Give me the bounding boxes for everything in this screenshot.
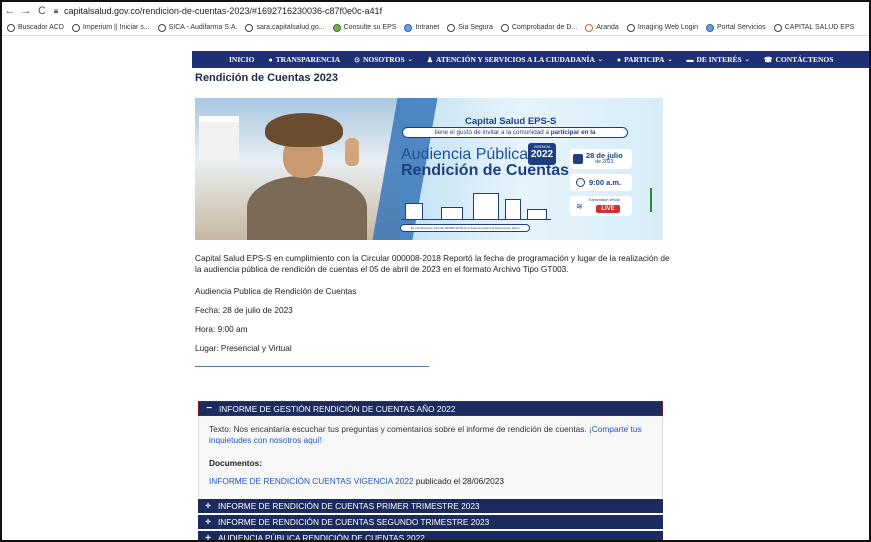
wifi-icon: ≋ xyxy=(576,202,583,211)
group-icon: ⊙ xyxy=(354,55,360,64)
expand-icon: + xyxy=(205,500,211,512)
bookmark-imaging-web[interactable]: Imaging Web Login xyxy=(626,23,698,32)
nav-atencion[interactable]: ♟ ATENCIÓN Y SERVICIOS A LA CIUDADANÍA ⌄ xyxy=(420,51,610,68)
globe-icon xyxy=(500,23,509,32)
forward-icon[interactable]: → xyxy=(18,5,34,17)
hora-line: Hora: 9:00 am xyxy=(195,324,248,334)
intro-paragraph: Capital Salud EPS-S en cumplimiento con … xyxy=(195,253,670,274)
person-icon: ♟ xyxy=(426,55,433,64)
nav-participa[interactable]: ● PARTICIPA ⌄ xyxy=(610,51,680,68)
bookmark-aranda[interactable]: Aranda xyxy=(585,23,619,32)
bookmark-capital-salud[interactable]: CAPITAL SALUD EPS xyxy=(773,23,854,32)
accordion-audiencia-2022[interactable]: + AUDIENCIA PÚBLICA RENDICIÓN DE CUENTAS… xyxy=(198,531,663,542)
bookmark-sia-segura[interactable]: Sia Segura xyxy=(447,23,493,32)
chevron-down-icon: ⌄ xyxy=(597,57,603,63)
audiencia-banner: Capital Salud EPS-S tiene el gusto de in… xyxy=(195,98,663,240)
bookmarks-bar: Buscador ACD Imperium || Iniciar s... SI… xyxy=(2,20,869,36)
intranet-icon xyxy=(404,23,413,32)
globe-icon xyxy=(447,23,456,32)
aranda-icon xyxy=(585,23,594,32)
nav-de-interes[interactable]: ▬ DE INTERÉS ⌄ xyxy=(679,51,756,68)
clock-icon xyxy=(576,178,585,187)
aud-title: Audiencia Publica de Rendición de Cuenta… xyxy=(195,286,357,296)
bookmark-comprobador[interactable]: Comprobador de D... xyxy=(500,23,577,32)
book-icon: ▬ xyxy=(686,55,694,64)
globe-icon xyxy=(626,23,635,32)
accordion-body: Texto: Nos encantaría escuchar tus pregu… xyxy=(198,416,663,496)
lugar-line: Lugar: Presencial y Virtual xyxy=(195,343,292,353)
banner-time: 9:00 a.m. xyxy=(570,174,632,191)
bookmark-portal-servicios[interactable]: Portal Servicios xyxy=(706,23,766,32)
globe-icon xyxy=(7,23,15,32)
informe-vigencia-2022-link[interactable]: INFORME DE RENDICIÓN CUENTAS VIGENCIA 20… xyxy=(209,476,414,486)
nav-transparencia[interactable]: ● TRANSPARENCIA xyxy=(261,51,347,68)
divider xyxy=(195,366,429,367)
chevron-down-icon: ⌄ xyxy=(744,57,750,63)
back-icon[interactable]: ← xyxy=(2,5,18,17)
portal-icon xyxy=(706,23,715,32)
banner-org: Capital Salud EPS-S xyxy=(465,116,557,127)
reload-icon[interactable]: C xyxy=(34,5,50,17)
plus-cross-icon xyxy=(332,23,341,32)
accordion-text: Texto: Nos encantaría escuchar tus pregu… xyxy=(209,424,642,445)
globe-icon xyxy=(71,23,80,32)
nav-nosotros[interactable]: ⊙ NOSOTROS ⌄ xyxy=(347,51,420,68)
expand-icon: + xyxy=(205,516,211,528)
bookmark-imperium[interactable]: Imperium || Iniciar s... xyxy=(71,23,150,32)
banner-live: ≋ Transmisión virtual LIVE xyxy=(570,196,632,216)
nav-inicio[interactable]: INICIO xyxy=(222,51,261,68)
banner-year-badge: VIGENCIA 2022 xyxy=(528,143,556,165)
eye-icon: ● xyxy=(268,55,273,64)
capital-salud-icon xyxy=(773,23,782,32)
accordion-primer-trimestre-2023[interactable]: + INFORME DE RENDICIÓN DE CUENTAS PRIMER… xyxy=(198,499,663,513)
accordion-informe-gestion-2022[interactable]: − INFORME DE GESTIÓN RENDICIÓN DE CUENTA… xyxy=(198,401,663,416)
collapse-icon: − xyxy=(206,403,212,414)
chevron-down-icon: ⌄ xyxy=(407,57,413,63)
bookmark-consulte-eps[interactable]: Consulte su EPS xyxy=(332,23,396,32)
browser-window: ← → C 🔒︎ capitalsalud.gov.co/rendicion-d… xyxy=(0,0,871,542)
documents-label: Documentos: xyxy=(209,458,263,468)
globe-icon xyxy=(157,23,166,32)
lock-icon[interactable]: 🔒︎ xyxy=(50,6,62,16)
nav-contactenos[interactable]: ☎ CONTÁCTENOS xyxy=(757,51,841,68)
document-entry: INFORME DE RENDICIÓN CUENTAS VIGENCIA 20… xyxy=(209,476,504,486)
bookmark-intranet[interactable]: Intranet xyxy=(404,23,439,32)
calendar-icon xyxy=(573,154,583,164)
url-field[interactable]: capitalsalud.gov.co/rendicion-de-cuentas… xyxy=(64,6,382,16)
main-nav: INICIO ● TRANSPARENCIA ⊙ NOSOTROS ⌄ ♟ ATENCI… xyxy=(192,51,869,68)
banner-date: 28 de julio de 2023 xyxy=(570,149,632,169)
town-illustration xyxy=(401,188,551,220)
banner-photo xyxy=(195,98,400,240)
fecha-line: Fecha: 28 de julio de 2023 xyxy=(195,305,293,315)
expand-icon: + xyxy=(205,532,211,542)
banner-footnote: En cumplimiento Circular 000008-2018 de … xyxy=(400,224,530,232)
page-title: Rendición de Cuentas 2023 xyxy=(195,72,339,84)
globe-icon xyxy=(245,23,254,32)
pin-icon: ● xyxy=(616,55,622,64)
banner-invite: tiene el gusto de invitar a la comunidad… xyxy=(402,127,628,138)
contact-icon: ☎ xyxy=(763,55,773,64)
bookmark-sara[interactable]: sara.capitalsalud.go... xyxy=(245,23,325,32)
accordion-segundo-trimestre-2023[interactable]: + INFORME DE RENDICIÓN DE CUENTAS SEGUND… xyxy=(198,515,663,529)
bookmark-sica[interactable]: SICA - Audifarma S.A. xyxy=(157,23,237,32)
bookmark-buscador-acd[interactable]: Buscador ACD xyxy=(7,23,64,32)
address-bar: ← → C 🔒︎ capitalsalud.gov.co/rendicion-d… xyxy=(2,2,869,20)
chevron-down-icon: ⌄ xyxy=(667,57,673,63)
